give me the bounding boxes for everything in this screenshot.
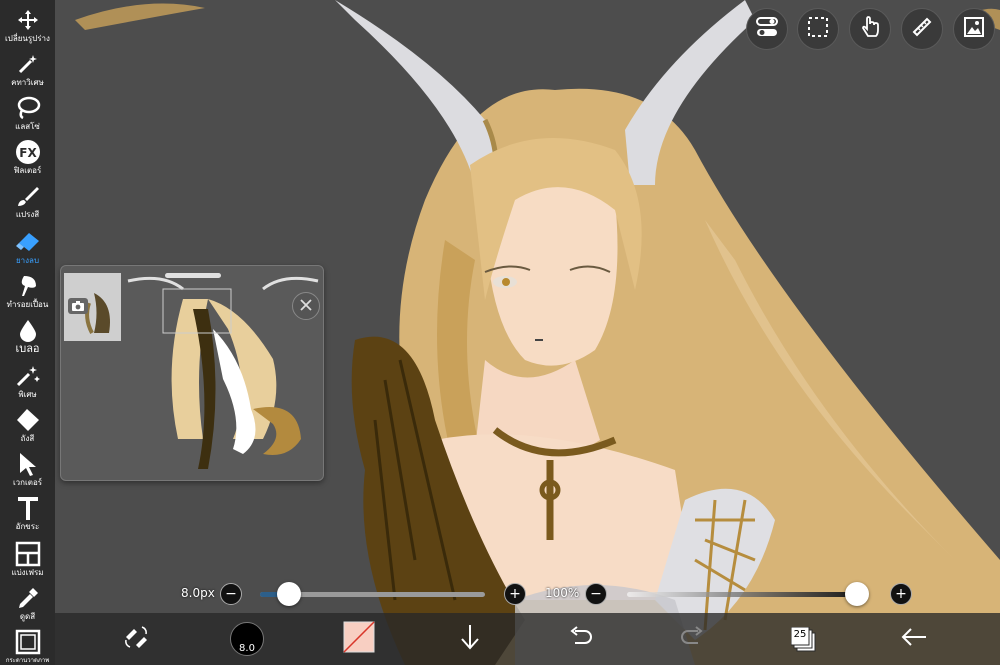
tool-label: แปรงสี xyxy=(15,210,40,219)
size-slider-knob[interactable] xyxy=(277,582,302,606)
tool-frame-divider[interactable]: แบ่งเฟรม xyxy=(0,540,55,584)
ruler-icon xyxy=(910,15,934,43)
close-icon xyxy=(299,297,313,316)
tool-label: เปลี่ยนรูปร่าง xyxy=(5,34,50,43)
image-gallery-icon xyxy=(962,15,986,43)
magic-wand-icon xyxy=(13,50,43,78)
gallery-button[interactable] xyxy=(953,8,995,50)
undo-button[interactable] xyxy=(561,621,601,657)
tool-label: คทาวิเศษ xyxy=(11,78,44,87)
tool-transform[interactable]: เปลี่ยนรูปร่าง xyxy=(0,6,55,50)
tool-label: ทำรอยเปื้อน xyxy=(6,300,49,309)
svg-text:FX: FX xyxy=(19,146,37,160)
minus-icon: − xyxy=(590,586,602,602)
tool-label: ถังสี xyxy=(20,434,35,443)
opacity-decrease-button[interactable]: − xyxy=(585,583,607,605)
tool-label: กระดานวาดภาพ xyxy=(5,657,50,664)
tool-lasso[interactable]: แลสโซ่ xyxy=(0,94,55,138)
tool-label: พิเศษ xyxy=(18,390,37,399)
brush-sliders: 8.0px − + 100% − + xyxy=(55,578,1000,610)
sparkle-wand-icon xyxy=(13,362,43,390)
tool-label: ฟิลเตอร์ xyxy=(13,166,42,175)
size-decrease-button[interactable]: − xyxy=(220,583,242,605)
selection-rect-icon xyxy=(806,15,830,43)
ibis-paint-editor: เปลี่ยนรูปร่าง คทาวิเศษ แลสโซ่ FX ฟิลเตอ… xyxy=(0,0,1000,665)
tool-bar: เปลี่ยนรูปร่าง คทาวิเศษ แลสโซ่ FX ฟิลเตอ… xyxy=(0,0,55,665)
tool-text[interactable]: อักขระ xyxy=(0,494,55,538)
tool-vector[interactable]: เวกเตอร์ xyxy=(0,450,55,494)
brush-icon xyxy=(13,182,43,210)
eyedropper-icon xyxy=(13,584,43,612)
tool-brush[interactable]: แปรงสี xyxy=(0,182,55,226)
brush-eraser-swap-icon xyxy=(122,623,150,655)
redo-button[interactable] xyxy=(672,621,712,657)
brush-size-label: 8.0 xyxy=(239,643,255,654)
camera-icon[interactable] xyxy=(68,298,88,314)
eraser-icon xyxy=(13,228,43,256)
opacity-increase-button[interactable]: + xyxy=(890,583,912,605)
tool-label: เบลอ xyxy=(15,342,40,355)
fx-icon: FX xyxy=(13,138,43,166)
opacity-value: 100% xyxy=(545,586,580,600)
selection-button[interactable] xyxy=(797,8,839,50)
bottom-toolbar: 8.0 25 xyxy=(55,613,1000,665)
tool-label: อักขระ xyxy=(15,522,40,531)
tool-blur[interactable]: เบลอ xyxy=(0,316,55,360)
tool-bucket[interactable]: ถังสี xyxy=(0,406,55,450)
plus-icon: + xyxy=(509,586,521,602)
frame-divider-icon xyxy=(13,540,43,568)
layers-button[interactable]: 25 xyxy=(783,621,823,657)
lasso-icon xyxy=(13,94,43,122)
color-picker-button[interactable] xyxy=(339,621,379,657)
tool-special[interactable]: พิเศษ xyxy=(0,362,55,406)
arrow-left-icon xyxy=(900,625,928,653)
tool-label: แลสโซ่ xyxy=(15,122,40,131)
brush-size-value: 8.0px xyxy=(181,586,215,600)
tool-label: ดูดสี xyxy=(19,612,36,621)
tool-canvas[interactable]: กระดานวาดภาพ xyxy=(0,628,55,665)
import-down-button[interactable] xyxy=(450,621,490,657)
tool-eraser[interactable]: ยางลบ xyxy=(0,228,55,272)
toggle-settings-icon xyxy=(755,15,779,43)
smudge-icon xyxy=(13,272,43,300)
cursor-arrow-icon xyxy=(13,450,43,478)
opacity-slider-knob[interactable] xyxy=(845,582,869,606)
layer-count: 25 xyxy=(793,629,807,640)
hand-tool-button[interactable] xyxy=(849,8,891,50)
back-button[interactable] xyxy=(894,621,934,657)
move-arrows-icon xyxy=(13,6,43,34)
toggle-settings-button[interactable] xyxy=(746,8,788,50)
navigator-preview[interactable] xyxy=(123,269,321,479)
ruler-button[interactable] xyxy=(901,8,943,50)
tool-eyedropper[interactable]: ดูดสี xyxy=(0,584,55,628)
opacity-slider-track[interactable] xyxy=(627,592,867,597)
hand-touch-icon xyxy=(858,15,882,43)
text-icon xyxy=(13,494,43,522)
redo-icon xyxy=(678,625,706,653)
tool-filter[interactable]: FX ฟิลเตอร์ xyxy=(0,138,55,182)
brush-eraser-toggle-button[interactable] xyxy=(116,621,156,657)
tool-label: เวกเตอร์ xyxy=(12,478,43,487)
layers-icon: 25 xyxy=(791,627,816,652)
paint-bucket-icon xyxy=(13,406,43,434)
canvas-icon xyxy=(13,628,43,656)
tool-label: ยางลบ xyxy=(15,256,40,265)
blur-drop-icon xyxy=(13,316,43,344)
color-swatch-icon xyxy=(343,621,375,657)
navigator-panel[interactable] xyxy=(60,265,324,481)
brush-size-button[interactable]: 8.0 xyxy=(227,621,267,657)
tool-label: แบ่งเฟรม xyxy=(11,568,44,577)
arrow-down-icon xyxy=(458,623,482,655)
navigator-close-button[interactable] xyxy=(292,292,320,320)
tool-smudge[interactable]: ทำรอยเปื้อน xyxy=(0,272,55,316)
size-increase-button[interactable]: + xyxy=(504,583,526,605)
brush-size-preview: 8.0 xyxy=(230,622,264,656)
plus-icon: + xyxy=(895,586,907,602)
navigator-drag-handle[interactable] xyxy=(165,273,221,278)
undo-icon xyxy=(567,625,595,653)
tool-magic-wand[interactable]: คทาวิเศษ xyxy=(0,50,55,94)
minus-icon: − xyxy=(225,586,237,602)
